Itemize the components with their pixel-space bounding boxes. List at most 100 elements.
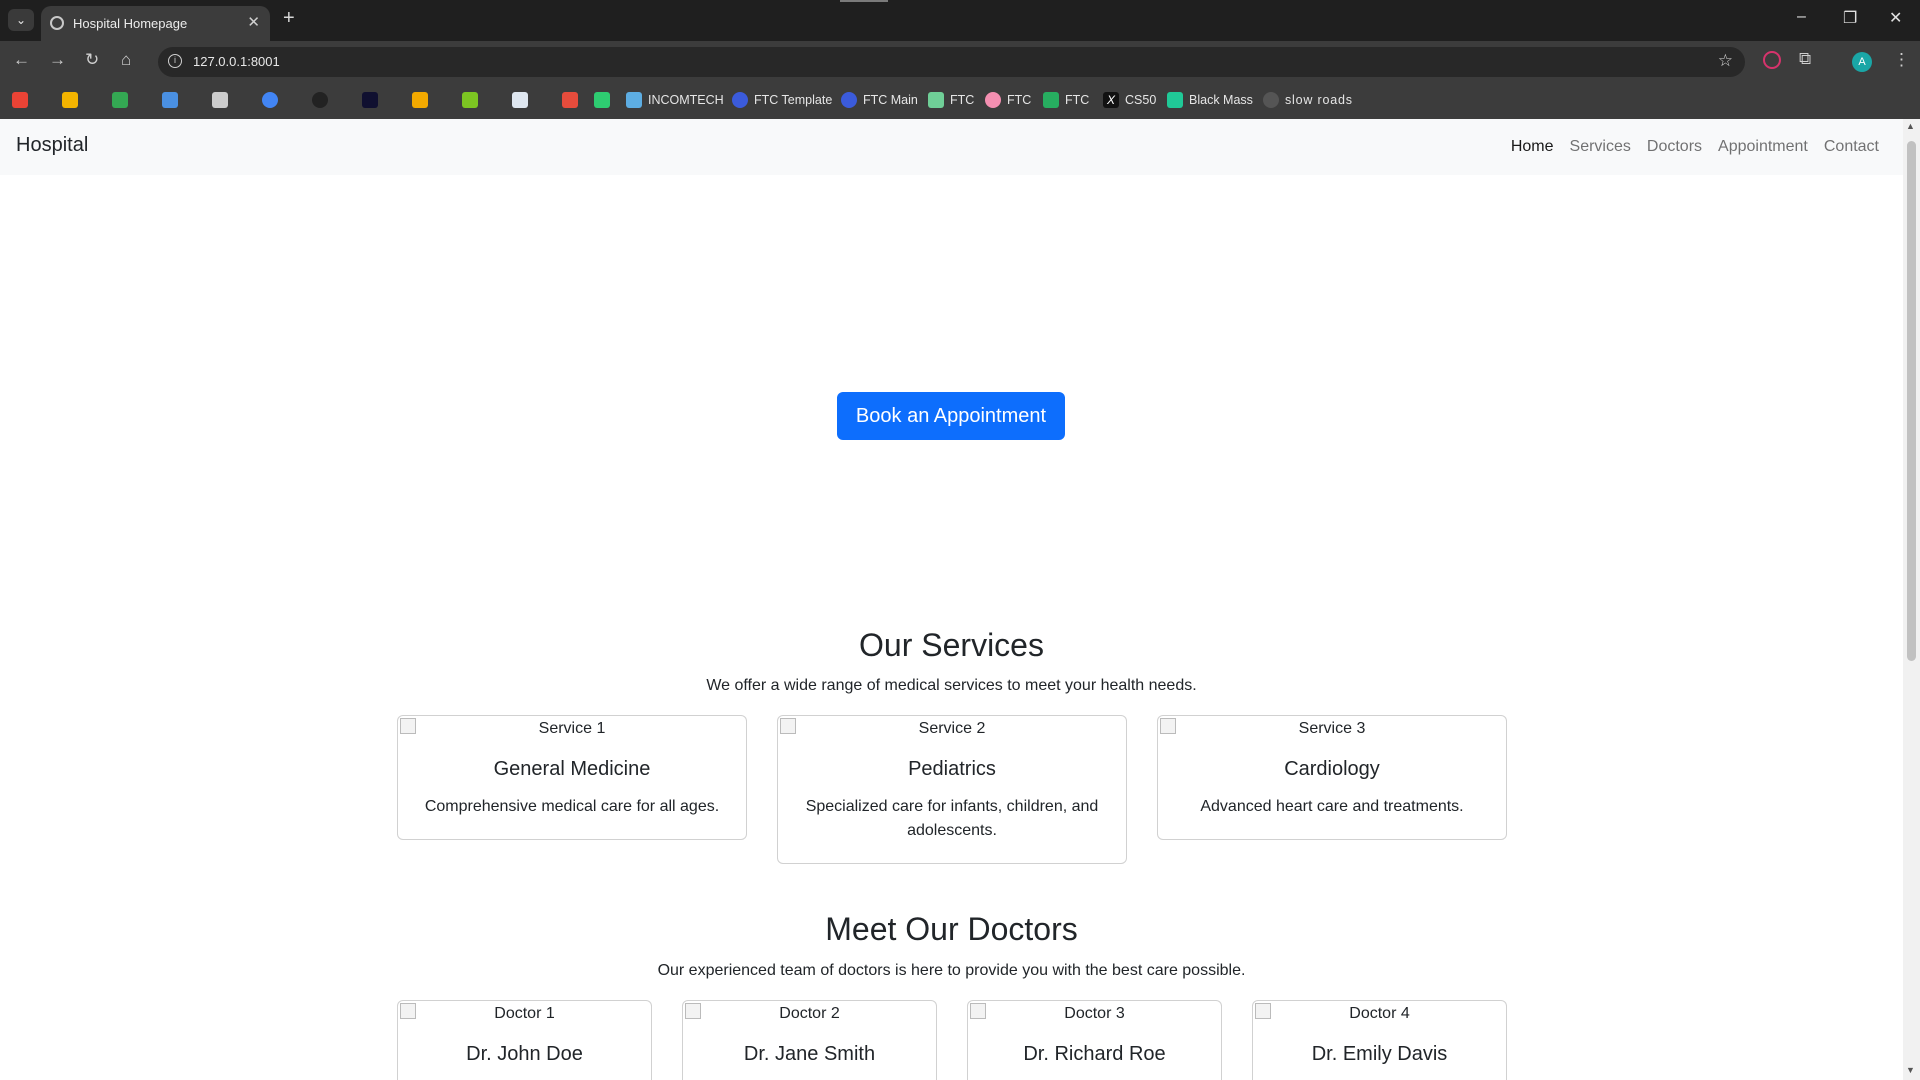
bookmark-ftc-main[interactable]: FTC Main <box>841 91 918 109</box>
drive-icon[interactable] <box>62 91 84 109</box>
doctor-name: Dr. Emily Davis <box>1311 1043 1448 1065</box>
service-title: Cardiology <box>1284 758 1380 780</box>
bookmark-slow-roads[interactable]: slow roads <box>1263 91 1353 109</box>
tab-title: Hospital Homepage <box>73 16 188 31</box>
bookmark-icon-12[interactable] <box>562 91 584 109</box>
close-window-button[interactable]: ✕ <box>1889 8 1902 28</box>
doctor-image: Doctor 3 <box>968 1001 1221 1025</box>
service-card: Service 3 Cardiology Advanced heart care… <box>1157 715 1507 840</box>
doctor-card: Doctor 3 Dr. Richard Roe <box>967 1000 1222 1080</box>
service-image: Service 2 <box>778 716 1126 740</box>
forward-icon[interactable]: → <box>49 50 66 70</box>
bookmark-icon-5[interactable] <box>212 91 234 109</box>
navbar-brand[interactable]: Hospital <box>16 134 88 157</box>
nav-link-appointment[interactable]: Appointment <box>1718 138 1808 156</box>
bookmark-star-icon[interactable]: ☆ <box>1718 51 1733 71</box>
page-viewport: Hospital Home Services Doctors Appointme… <box>0 119 1903 1080</box>
home-icon[interactable]: ⌂ <box>121 50 131 70</box>
image-alt-text: Doctor 3 <box>1064 1005 1125 1022</box>
bookmark-incomtech[interactable]: INCOMTECH <box>626 91 724 109</box>
extensions-puzzle-icon[interactable]: ⧉ <box>1799 49 1811 69</box>
address-bar[interactable]: i 127.0.0.1:8001 ☆ <box>158 47 1745 77</box>
bookmark-ftc-3[interactable]: FTC <box>1043 91 1089 109</box>
doctor-image: Doctor 1 <box>398 1001 651 1025</box>
image-alt-text: Doctor 1 <box>494 1005 555 1022</box>
active-tab[interactable]: Hospital Homepage ✕ <box>41 6 270 41</box>
bookmark-ftc-template[interactable]: FTC Template <box>732 91 832 109</box>
gmail-icon[interactable] <box>12 91 34 109</box>
bookmark-label: FTC Main <box>863 93 918 107</box>
nav-link-home[interactable]: Home <box>1511 138 1554 156</box>
extension-record-icon[interactable] <box>1763 51 1781 69</box>
service-image: Service 1 <box>398 716 746 740</box>
book-appointment-button[interactable]: Book an Appointment <box>837 392 1065 440</box>
minimize-button[interactable]: – <box>1797 8 1806 26</box>
doctors-subtitle: Our experienced team of doctors is here … <box>657 962 1246 979</box>
browser-title-bar: ⌄ Hospital Homepage ✕ + – ❐ ✕ <box>0 0 1920 41</box>
bookmark-label: Black Mass <box>1189 93 1253 107</box>
page-scrollbar[interactable]: ▲ ▼ <box>1903 119 1920 1080</box>
bookmark-label: CS50 <box>1125 93 1157 107</box>
services-subtitle: We offer a wide range of medical service… <box>706 677 1197 694</box>
restore-button[interactable]: ❐ <box>1843 8 1857 28</box>
bookmark-icon-9[interactable] <box>412 91 434 109</box>
bookmark-ftc-2[interactable]: FTC <box>985 91 1031 109</box>
bookmark-label: FTC Template <box>754 93 833 107</box>
service-text: Comprehensive medical care for all ages. <box>424 798 720 815</box>
doctor-name: Dr. Richard Roe <box>1023 1043 1166 1065</box>
image-alt-text: Doctor 2 <box>779 1005 840 1022</box>
bookmark-icon-6[interactable] <box>262 91 284 109</box>
doctor-card: Doctor 2 Dr. Jane Smith <box>682 1000 937 1080</box>
doctor-name: Dr. John Doe <box>466 1043 583 1065</box>
bookmark-label: FTC <box>1007 93 1032 107</box>
doctor-image: Doctor 2 <box>683 1001 936 1025</box>
bookmark-ftc-1[interactable]: FTC <box>928 91 974 109</box>
tab-search-button[interactable]: ⌄ <box>8 9 34 31</box>
scrollbar-thumb[interactable] <box>1907 141 1916 661</box>
bookmark-icon-4[interactable] <box>162 91 184 109</box>
nav-link-contact[interactable]: Contact <box>1824 138 1879 156</box>
url-text[interactable]: 127.0.0.1:8001 <box>193 54 280 69</box>
doctors-title: Meet Our Doctors <box>825 911 1078 947</box>
scroll-up-arrow-icon[interactable]: ▲ <box>1906 121 1915 131</box>
image-alt-text: Service 1 <box>538 720 606 737</box>
site-info-icon[interactable]: i <box>168 54 182 68</box>
profile-avatar[interactable]: A <box>1852 52 1872 72</box>
service-text: Advanced heart care and treatments. <box>1200 798 1464 815</box>
nav-link-services[interactable]: Services <box>1570 138 1631 156</box>
nav-link-doctors[interactable]: Doctors <box>1647 138 1702 156</box>
menu-kebab-icon[interactable]: ⋮ <box>1893 50 1910 70</box>
new-tab-button[interactable]: + <box>283 7 295 30</box>
bookmarks-bar: INCOMTECH FTC Template FTC Main FTC FTC … <box>0 82 1920 119</box>
bookmark-label: slow roads <box>1285 93 1353 107</box>
bookmark-icon-13[interactable] <box>594 91 616 109</box>
services-title: Our Services <box>859 627 1044 663</box>
service-title: Pediatrics <box>908 758 996 780</box>
bookmark-icon-11[interactable] <box>512 91 534 109</box>
service-title: General Medicine <box>493 758 651 780</box>
drag-indicator <box>840 0 888 2</box>
service-text: Specialized care for infants, children, … <box>805 798 1099 839</box>
scroll-down-arrow-icon[interactable]: ▼ <box>1906 1065 1915 1075</box>
bookmark-icon-3[interactable] <box>112 91 134 109</box>
download-icon[interactable] <box>462 91 484 109</box>
tab-close-icon[interactable]: ✕ <box>247 13 260 31</box>
browser-toolbar: ← → ↻ ⌂ i 127.0.0.1:8001 ☆ ⧉ <box>0 41 1920 82</box>
reload-icon[interactable]: ↻ <box>85 50 99 70</box>
bookmark-label: INCOMTECH <box>648 93 724 107</box>
bookmark-black-mass[interactable]: Black Mass <box>1167 91 1253 109</box>
bookmark-icon-7[interactable] <box>312 91 334 109</box>
nav-links: Home Services Doctors Appointment Contac… <box>1511 138 1879 156</box>
site-navbar: Hospital Home Services Doctors Appointme… <box>0 119 1903 175</box>
bookmark-label: FTC <box>1065 93 1090 107</box>
doctor-card: Doctor 1 Dr. John Doe <box>397 1000 652 1080</box>
bookmark-cs50[interactable]: X CS50 <box>1103 91 1156 109</box>
service-card: Service 2 Pediatrics Specialized care fo… <box>777 715 1127 864</box>
bookmark-icon-8[interactable] <box>362 91 384 109</box>
bookmark-label: FTC <box>950 93 975 107</box>
back-icon[interactable]: ← <box>13 50 30 70</box>
globe-icon <box>50 16 64 30</box>
doctor-card: Doctor 4 Dr. Emily Davis <box>1252 1000 1507 1080</box>
service-image: Service 3 <box>1158 716 1506 740</box>
image-alt-text: Service 2 <box>918 720 986 737</box>
